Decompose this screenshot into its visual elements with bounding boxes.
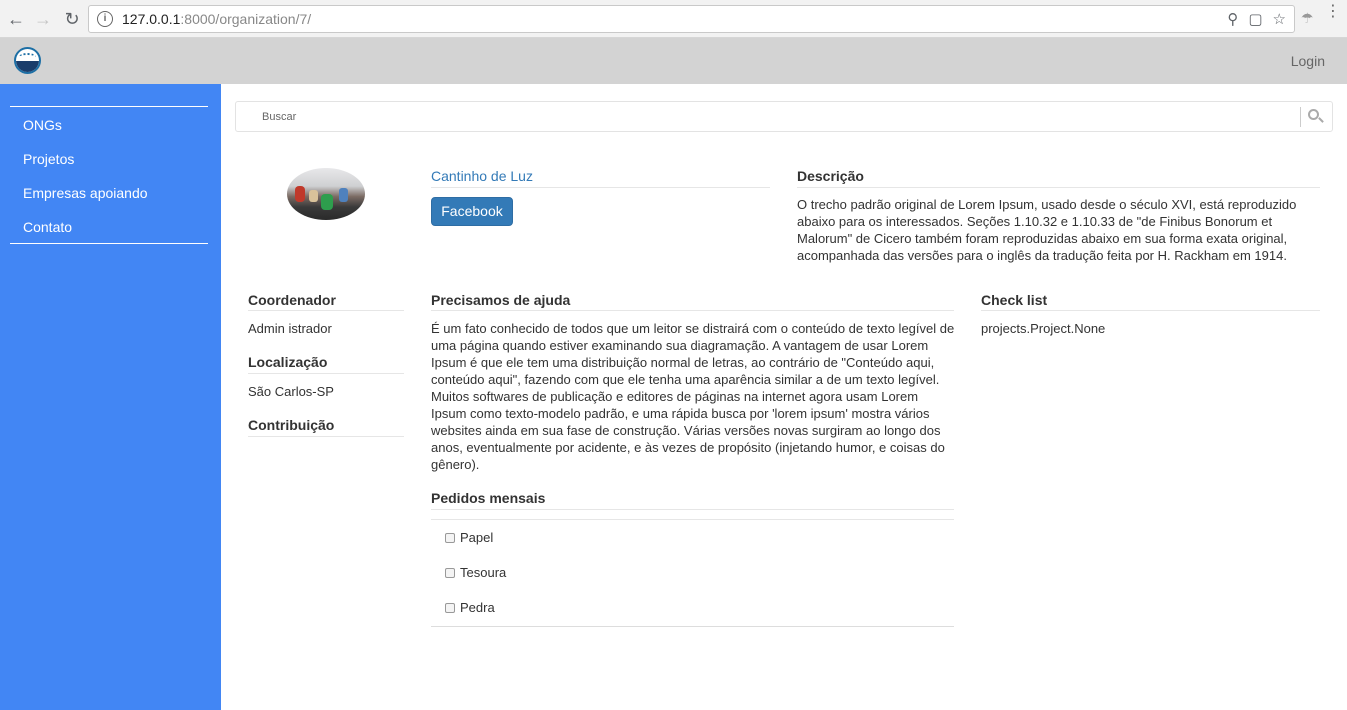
browser-menu-icon[interactable]: ⋮ xyxy=(1325,4,1341,20)
sidebar: ONGs Projetos Empresas apoiando Contato xyxy=(0,84,221,710)
description-text: O trecho padrão original de Lorem Ipsum,… xyxy=(797,197,1297,263)
description-title: Descrição xyxy=(797,168,864,184)
url-host: 127.0.0.1 xyxy=(122,11,181,27)
checkbox-label: Tesoura xyxy=(460,565,507,580)
forward-icon[interactable]: → xyxy=(29,5,57,33)
facebook-button[interactable]: Facebook xyxy=(431,197,513,226)
contribution-title: Contribuição xyxy=(248,417,335,433)
sidebar-divider-bottom xyxy=(10,243,208,244)
search-icon[interactable] xyxy=(1306,107,1326,127)
sidebar-item-projetos[interactable]: Projetos xyxy=(23,151,74,167)
checkbox-tesoura[interactable]: Tesoura xyxy=(445,565,506,580)
checklist-value: projects.Project.None xyxy=(981,321,1106,336)
organization-name[interactable]: Cantinho de Luz xyxy=(431,168,533,184)
coordinator-value: Admin istrador xyxy=(248,321,332,336)
help-title: Precisamos de ajuda xyxy=(431,292,571,308)
sidebar-item-contato[interactable]: Contato xyxy=(23,219,72,235)
translate-icon[interactable]: ▢ xyxy=(1248,10,1262,28)
site-logo[interactable] xyxy=(14,47,41,74)
checkbox-label: Papel xyxy=(460,530,494,545)
checkbox-label: Pedra xyxy=(460,600,495,615)
bookmark-star-icon[interactable]: ☆ xyxy=(1273,10,1286,28)
checkbox-icon[interactable] xyxy=(445,602,455,613)
organization-avatar xyxy=(287,168,365,220)
monthly-title: Pedidos mensais xyxy=(431,490,546,506)
sidebar-divider-top xyxy=(10,106,208,107)
coordinator-title: Coordenador xyxy=(248,292,336,308)
checklist-title: Check list xyxy=(981,292,1048,308)
address-bar[interactable]: i 127.0.0.1:8000/organization/7/ ⚲ ▢ ☆ xyxy=(88,5,1295,33)
checkbox-icon[interactable] xyxy=(445,567,455,578)
info-icon[interactable]: i xyxy=(97,11,113,27)
url-path: :8000/organization/7/ xyxy=(180,11,312,27)
browser-toolbar: ← → ↻ i 127.0.0.1:8000/organization/7/ ⚲… xyxy=(0,0,1347,38)
sidebar-item-ongs[interactable]: ONGs xyxy=(23,117,62,133)
reload-icon[interactable]: ↻ xyxy=(58,5,86,33)
back-icon[interactable]: ← xyxy=(2,5,30,33)
checkbox-papel[interactable]: Papel xyxy=(445,530,493,545)
search-input[interactable] xyxy=(236,102,1296,131)
help-text: É um fato conhecido de todos que um leit… xyxy=(431,321,955,472)
app-header: Login xyxy=(0,38,1347,84)
search-bar xyxy=(235,101,1333,132)
checkbox-pedra[interactable]: Pedra xyxy=(445,600,495,615)
location-title: Localização xyxy=(248,354,328,370)
checkbox-icon[interactable] xyxy=(445,532,455,543)
location-value: São Carlos-SP xyxy=(248,384,334,399)
sidebar-item-empresas[interactable]: Empresas apoiando xyxy=(23,185,148,201)
zoom-icon[interactable]: ⚲ xyxy=(1227,10,1238,28)
extension-icon[interactable]: ☂ xyxy=(1301,10,1317,26)
login-link[interactable]: Login xyxy=(1291,53,1325,69)
